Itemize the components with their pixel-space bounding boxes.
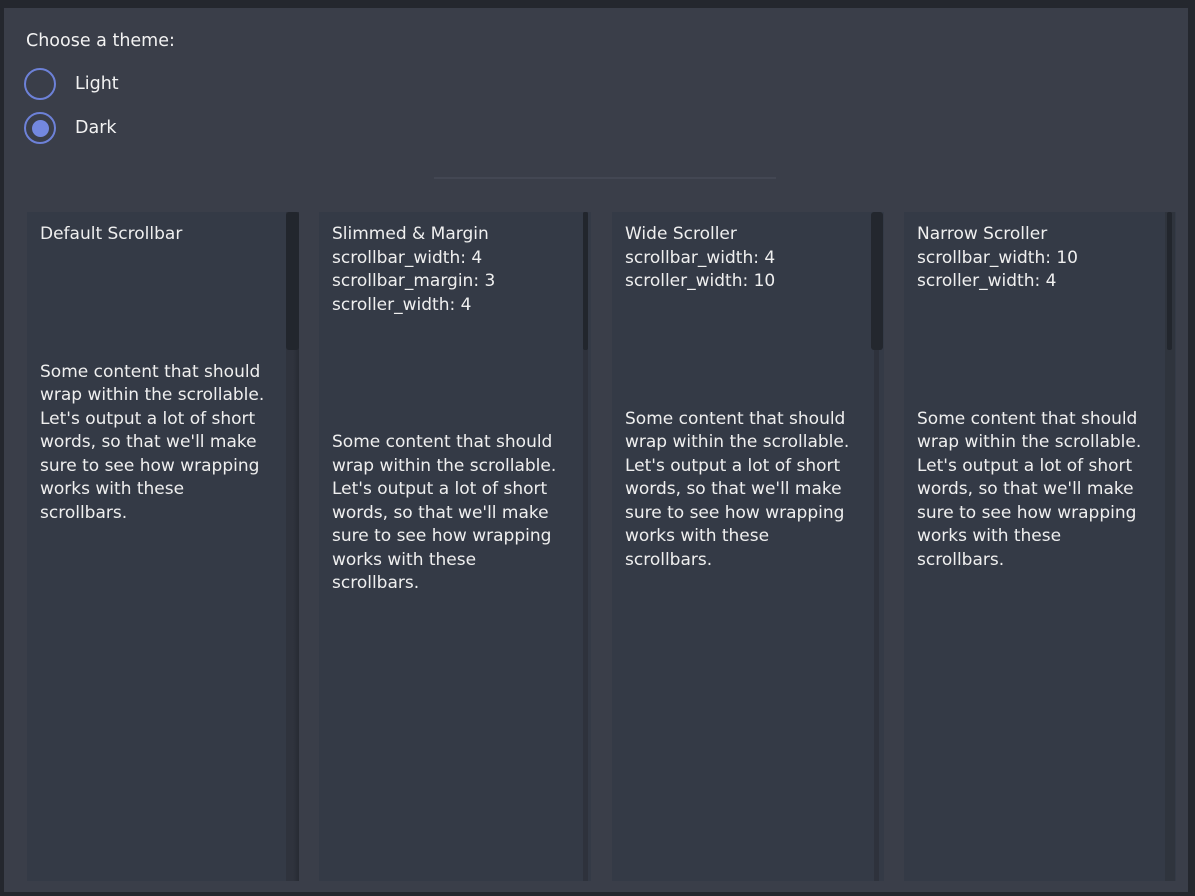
panel-title: Narrow Scroller: [917, 223, 1152, 247]
scrollbar-thumb[interactable]: [286, 212, 299, 350]
config-line: scroller_width: 10: [625, 270, 860, 294]
scrollable-narrow-scroller[interactable]: Narrow Scroller scrollbar_width: 10 scro…: [904, 212, 1176, 881]
radio-button-selected-icon[interactable]: [24, 112, 56, 144]
panel-body: Narrow Scroller scrollbar_width: 10 scro…: [904, 212, 1176, 572]
scrollable-wide-scroller[interactable]: Wide Scroller scrollbar_width: 4 scrolle…: [612, 212, 884, 881]
panel-content-text: Some content that should wrap within the…: [625, 408, 860, 573]
radio-option-label: Light: [75, 74, 119, 94]
radio-option-label: Dark: [75, 118, 117, 138]
scrollable-slimmed-margin[interactable]: Slimmed & Margin scrollbar_width: 4 scro…: [319, 212, 591, 881]
app-window: Choose a theme: Light Dark Default Scrol…: [0, 0, 1195, 896]
panel-content-text: Some content that should wrap within the…: [332, 431, 567, 596]
panel-content-text: Some content that should wrap within the…: [917, 408, 1152, 573]
theme-chooser-label: Choose a theme:: [26, 31, 175, 51]
config-line: scroller_width: 4: [917, 270, 1152, 294]
scrollbar-thumb[interactable]: [871, 212, 883, 350]
panel-title: Slimmed & Margin: [332, 223, 567, 247]
config-line: scrollbar_width: 10: [917, 247, 1152, 271]
config-line: scroller_width: 4: [332, 294, 567, 318]
scrollbar-thumb[interactable]: [1167, 212, 1172, 350]
config-line: scrollbar_margin: 3: [332, 270, 567, 294]
radio-button-icon[interactable]: [24, 68, 56, 100]
panel-body: Default Scrollbar Some content that shou…: [27, 212, 299, 525]
scrollbar-thumb[interactable]: [583, 212, 588, 350]
panel-title: Wide Scroller: [625, 223, 860, 247]
page-background: Choose a theme: Light Dark Default Scrol…: [4, 8, 1188, 892]
config-line: scrollbar_width: 4: [332, 247, 567, 271]
radio-option-dark[interactable]: Dark: [24, 111, 117, 145]
horizontal-rule: [434, 177, 776, 179]
panel-body: Wide Scroller scrollbar_width: 4 scrolle…: [612, 212, 884, 572]
panel-content-text: Some content that should wrap within the…: [40, 361, 275, 526]
radio-dot-icon: [32, 120, 49, 137]
panel-title: Default Scrollbar: [40, 223, 275, 247]
config-line: scrollbar_width: 4: [625, 247, 860, 271]
scrollable-default[interactable]: Default Scrollbar Some content that shou…: [27, 212, 299, 881]
radio-option-light[interactable]: Light: [24, 67, 119, 101]
panel-body: Slimmed & Margin scrollbar_width: 4 scro…: [319, 212, 591, 596]
